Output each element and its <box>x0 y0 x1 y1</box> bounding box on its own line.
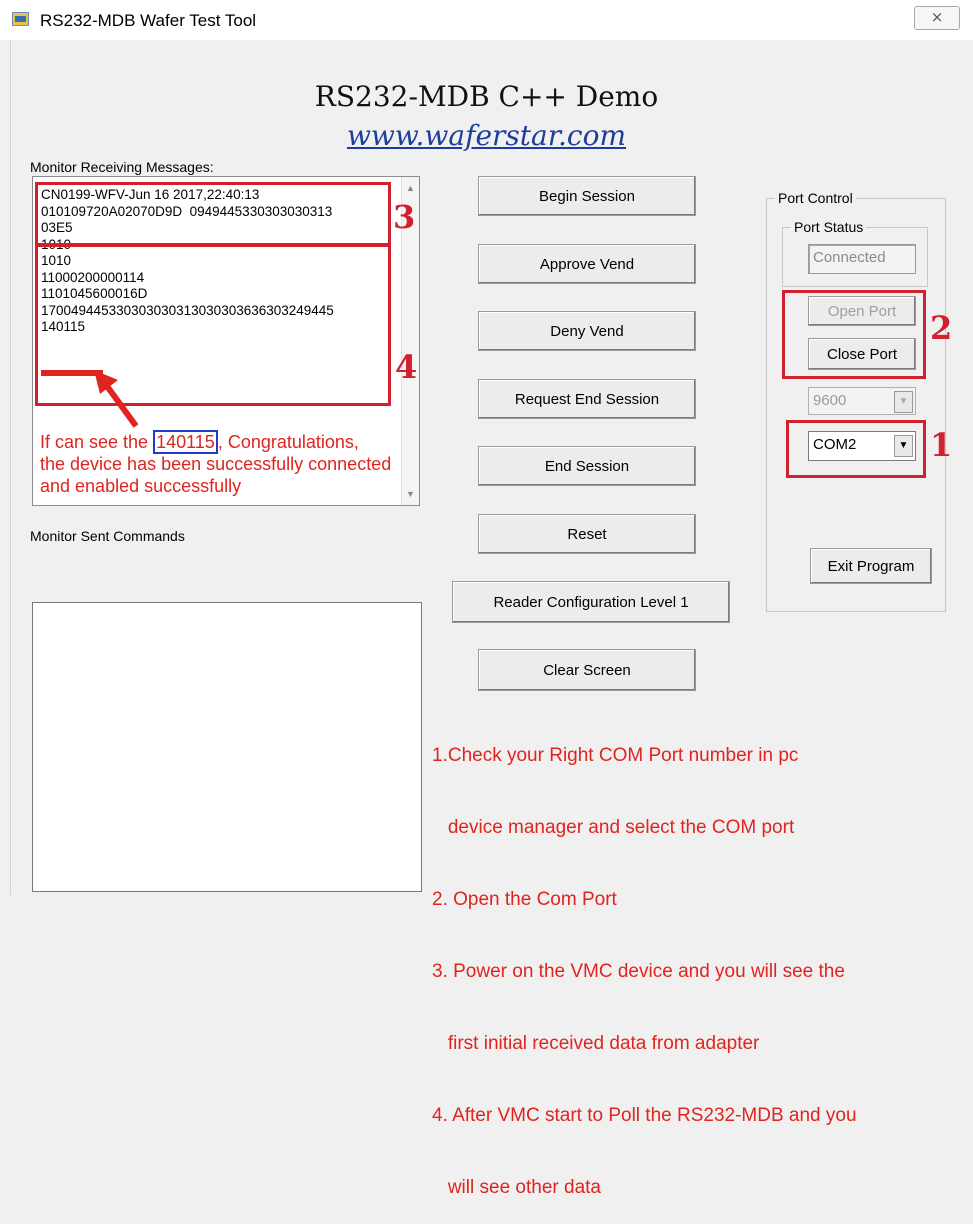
exit-program-button[interactable]: Exit Program <box>810 548 932 584</box>
clear-screen-button[interactable]: Clear Screen <box>478 649 696 691</box>
port-control-label: Port Control <box>778 190 853 206</box>
success-note: If can see the 140115, Congratulations, … <box>40 430 392 497</box>
reset-button[interactable]: Reset <box>478 514 696 554</box>
step-line: 4. After VMC start to Poll the RS232-MDB… <box>432 1105 857 1126</box>
sent-commands-box[interactable] <box>32 602 422 892</box>
note-prefix: If can see the <box>40 432 154 452</box>
arrow-icon <box>94 370 139 428</box>
annotation-marker-2: 2 <box>930 309 953 347</box>
annotation-box-2 <box>782 290 926 379</box>
annotation-marker-4: 4 <box>395 348 418 386</box>
request-end-session-button[interactable]: Request End Session <box>478 379 696 419</box>
begin-session-button[interactable]: Begin Session <box>478 176 696 216</box>
port-status-label: Port Status <box>794 219 864 235</box>
annotation-box-1 <box>786 420 926 478</box>
step-line: 1.Check your Right COM Port number in pc <box>432 745 799 766</box>
window-title: RS232-MDB Wafer Test Tool <box>40 11 257 30</box>
baud-rate-value: 9600 <box>813 392 847 409</box>
step-line: will see other data <box>432 1177 601 1198</box>
deny-vend-button[interactable]: Deny Vend <box>478 311 696 351</box>
sent-label: Monitor Sent Commands <box>30 528 185 544</box>
annotation-marker-1: 1 <box>930 426 953 464</box>
port-status-field: Connected <box>808 244 916 274</box>
chevron-down-icon[interactable]: ▼ <box>894 391 913 413</box>
step-line: device manager and select the COM port <box>432 817 795 838</box>
success-note-line-1: If can see the 140115, Congratulations, <box>40 430 391 454</box>
success-note-line-3: and enabled successfully <box>40 476 242 496</box>
step-line: 2. Open the Com Port <box>432 889 617 910</box>
step-line: first initial received data from adapter <box>432 1033 760 1054</box>
annotation-marker-3: 3 <box>393 198 416 236</box>
success-note-line-2: the device has been successfully connect… <box>40 454 392 474</box>
note-highlight: 140115 <box>153 430 218 454</box>
page-title: RS232-MDB C++ Demo <box>314 80 659 113</box>
note-suffix: , Congratulations, <box>217 432 359 452</box>
scroll-up-icon[interactable]: ▲ <box>406 183 415 193</box>
receive-label: Monitor Receiving Messages: <box>30 159 214 175</box>
reader-config-button[interactable]: Reader Configuration Level 1 <box>452 581 730 623</box>
approve-vend-button[interactable]: Approve Vend <box>478 244 696 284</box>
annotation-box-4 <box>35 244 391 406</box>
app-icon <box>12 12 29 26</box>
step-line: 3. Power on the VMC device and you will … <box>432 961 845 982</box>
baud-rate-select[interactable]: 9600 ▼ <box>808 387 916 415</box>
annotation-box-3 <box>35 182 391 246</box>
instruction-steps: 1.Check your Right COM Port number in pc… <box>432 696 857 1224</box>
port-status-value: Connected <box>813 249 886 266</box>
close-button[interactable]: ⨯ <box>914 6 960 30</box>
end-session-button[interactable]: End Session <box>478 446 696 486</box>
scroll-down-icon[interactable]: ▼ <box>406 489 415 499</box>
website-link[interactable]: www.waferstar.com <box>0 119 973 152</box>
title-bar: RS232-MDB Wafer Test Tool ⨯ <box>0 0 973 40</box>
